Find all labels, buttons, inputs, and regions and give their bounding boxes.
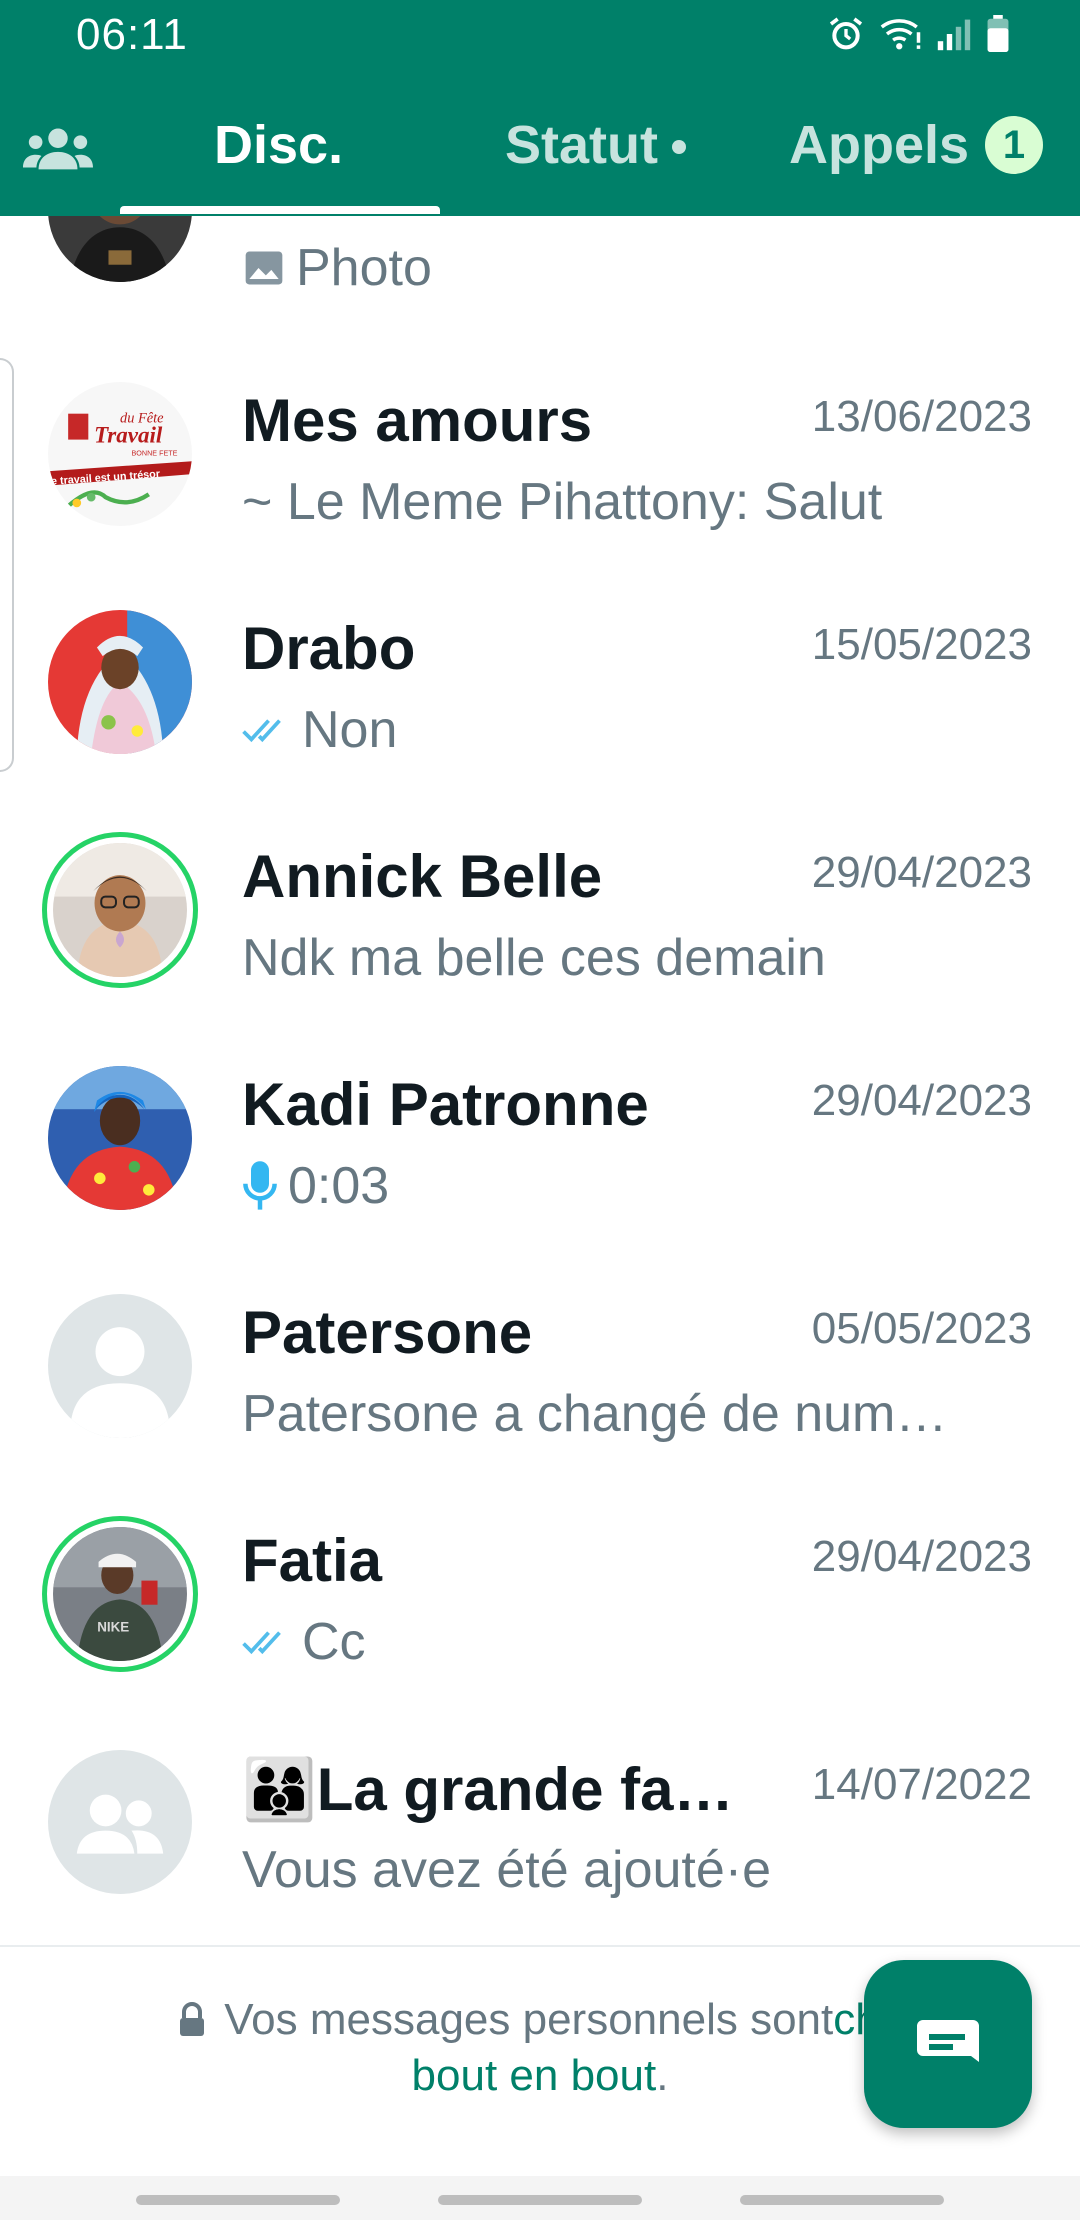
tab-status[interactable]: Statut — [505, 114, 686, 176]
encryption-text: Vos messages personnels sont — [224, 1995, 834, 2044]
chat-date: 29/04/2023 — [811, 1532, 1032, 1581]
encryption-link-end[interactable]: bout en bout — [412, 2051, 657, 2100]
battery-icon — [987, 15, 1009, 53]
chat-date: 15/05/2023 — [811, 620, 1032, 669]
people-icon — [23, 128, 93, 170]
alarm-icon — [829, 17, 863, 50]
chat-name: Mes amours — [242, 387, 593, 454]
system-navigation-bar — [0, 2176, 1080, 2220]
chat-date: 29/04/2023 — [811, 1076, 1032, 1125]
avatar — [48, 216, 192, 282]
new-chat-icon — [917, 2020, 979, 2062]
tab-bar: Disc. Statut Appels 1 — [0, 100, 1080, 216]
avatar-with-status-ring[interactable]: NIKE — [42, 1516, 198, 1672]
signal-icon — [937, 19, 971, 51]
double-check-icon — [242, 1626, 292, 1658]
calls-badge: 1 — [985, 116, 1044, 174]
chat-name: Drabo — [242, 615, 416, 682]
chat-name: Kadi Patronne — [242, 1071, 649, 1138]
tab-discussions[interactable]: Disc. — [214, 114, 343, 176]
lock-icon — [178, 2002, 206, 2038]
chat-row[interactable]: 👨‍👩‍👦La grande fa… 14/07/2022 Vous avez … — [0, 1712, 1080, 1940]
chat-preview: Cc — [242, 1612, 366, 1672]
avatar: du Fête Travail BONNE FETE e travail est… — [48, 382, 192, 526]
chat-preview: Photo — [242, 238, 432, 298]
chat-preview: Ndk ma belle ces demain — [242, 929, 826, 987]
status-bar: 06:11 — [0, 0, 1080, 72]
chat-date: 13/06/2023 — [811, 392, 1032, 441]
chat-row[interactable]: Drabo 15/05/2023 Non — [0, 572, 1080, 800]
chat-row[interactable]: NIKE Fatia 29/04/2023 Cc — [0, 1484, 1080, 1712]
wifi-icon — [880, 19, 921, 50]
chat-row[interactable]: Photo — [0, 216, 1080, 324]
chat-list: Photo du Fête Travail BONNE FETE e trava… — [0, 216, 1080, 1946]
nav-recents-button[interactable] — [136, 2195, 340, 2205]
status-icons — [826, 14, 1010, 54]
nav-home-button[interactable] — [438, 2195, 642, 2205]
new-chat-button[interactable] — [864, 1960, 1032, 2128]
avatar — [48, 1066, 192, 1210]
status-update-dot — [671, 140, 686, 154]
chat-date: 05/05/2023 — [811, 1304, 1032, 1353]
chat-preview: ~ Le Meme Pihattony: Salut — [242, 473, 883, 531]
avatar — [48, 610, 192, 754]
chat-date: 29/04/2023 — [811, 848, 1032, 897]
svg-text:NIKE: NIKE — [97, 1620, 129, 1635]
svg-text:BONNE FETE: BONNE FETE — [132, 448, 178, 457]
nav-back-button[interactable] — [740, 2195, 944, 2205]
footer-divider — [0, 1945, 1080, 1947]
side-edge-handle[interactable] — [0, 358, 14, 772]
chat-preview: 0:03 — [242, 1156, 389, 1216]
default-group-avatar — [48, 1750, 192, 1894]
tab-calls[interactable]: Appels 1 — [789, 114, 1044, 176]
tab-community[interactable] — [20, 118, 96, 178]
svg-text:Travail: Travail — [94, 421, 163, 447]
microphone-icon — [242, 1159, 278, 1213]
avatar-with-status-ring[interactable] — [42, 832, 198, 988]
chat-row[interactable]: Kadi Patronne 29/04/2023 0:03 — [0, 1028, 1080, 1256]
chat-row[interactable]: du Fête Travail BONNE FETE e travail est… — [0, 344, 1080, 572]
default-avatar — [48, 1294, 192, 1438]
tab-calls-label: Appels — [789, 115, 970, 175]
chat-preview: Patersone a changé de num… — [242, 1385, 948, 1443]
chat-preview: Vous avez été ajouté·e — [242, 1841, 772, 1899]
chat-row[interactable]: Annick Belle 29/04/2023 Ndk ma belle ces… — [0, 800, 1080, 1028]
active-tab-indicator — [120, 206, 440, 214]
tab-status-label: Statut — [505, 115, 658, 175]
app-header: 06:11 Disc. Statut Appels 1 — [0, 0, 1080, 216]
chat-name: Annick Belle — [242, 843, 603, 910]
chat-name: Patersone — [242, 1299, 533, 1366]
chat-row[interactable]: Patersone 05/05/2023 Patersone a changé … — [0, 1256, 1080, 1484]
chat-name: Fatia — [242, 1527, 383, 1594]
chat-name: 👨‍👩‍👦La grande fa… — [242, 1756, 734, 1823]
photo-icon — [242, 246, 286, 290]
chat-date: 14/07/2022 — [811, 1760, 1032, 1809]
chat-preview: Non — [242, 700, 397, 760]
status-time: 06:11 — [76, 10, 188, 59]
double-check-icon — [242, 714, 292, 746]
